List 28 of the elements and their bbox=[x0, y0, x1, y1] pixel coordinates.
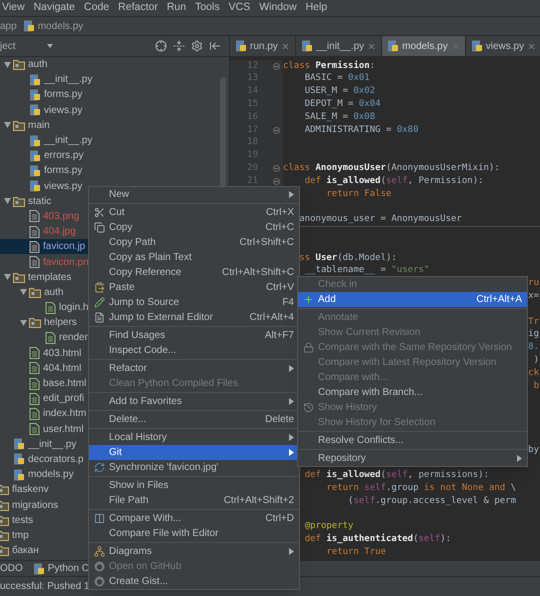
code-line: def is_allowed(self, permissions): bbox=[304, 470, 489, 482]
code-line: DEPOT_M = 0x04 bbox=[304, 98, 381, 112]
code-line: SALE_M = 0x08 bbox=[304, 111, 376, 124]
code-line: x= bbox=[528, 290, 539, 303]
code-line: ig bbox=[528, 328, 539, 342]
code-line: b bbox=[534, 380, 539, 393]
code-line: return self.group is not None and \ bbox=[326, 482, 516, 495]
code-line: 8. bbox=[528, 342, 539, 354]
code-line: BASIC = 0x01 bbox=[304, 72, 370, 86]
code-line: @property bbox=[304, 520, 354, 534]
code-line: def is_authenticated(self): bbox=[304, 533, 452, 546]
code-line: ck bbox=[528, 367, 539, 380]
code-line: return False bbox=[326, 188, 392, 201]
code-line: return True bbox=[326, 546, 386, 559]
code-line: ) bbox=[534, 354, 539, 367]
code-line: ru bbox=[528, 278, 539, 290]
code-line: ADMINISTRATING = 0x80 bbox=[304, 124, 418, 137]
code-line: __tablename__ = "users" bbox=[304, 264, 430, 278]
code-line: USER_M = 0x02 bbox=[304, 86, 376, 98]
code-line: by bbox=[528, 444, 539, 457]
status-message: uccessful: Pushed 1 bbox=[0, 580, 90, 594]
code-line: ss User(db.Model): bbox=[299, 252, 397, 265]
code-line: anonymous_user = AnonymousUser bbox=[299, 214, 462, 226]
code-line: Tr bbox=[528, 316, 539, 329]
code-line: class Permission: bbox=[283, 60, 376, 73]
code-line: def is_allowed(self, Permission): bbox=[304, 175, 484, 188]
code-line: class AnonymousUser(AnonymousUserMixin): bbox=[283, 162, 500, 176]
code-line: (self.group.access_level & perm bbox=[348, 495, 516, 508]
